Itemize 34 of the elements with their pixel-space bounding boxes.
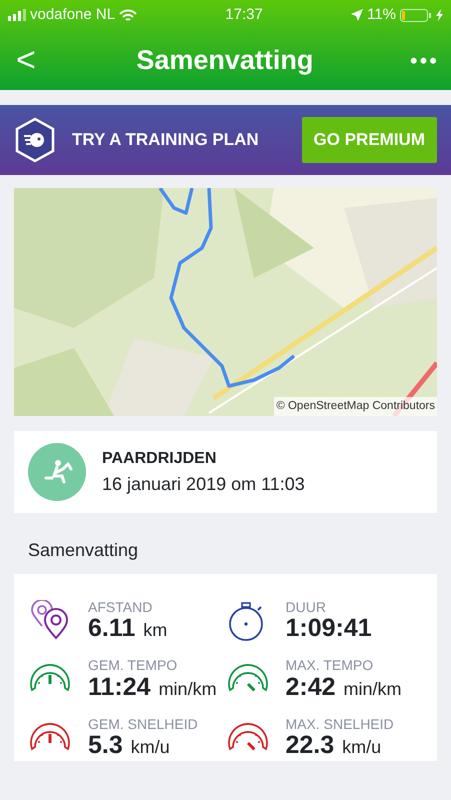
- clock-time: 17:37: [225, 4, 263, 25]
- stat-value: 11:24: [88, 674, 151, 702]
- stat-unit: km/u: [130, 736, 170, 760]
- stat-unit: min/km: [158, 678, 217, 701]
- map-attribution: © OpenStreetMap Contributors: [274, 396, 437, 416]
- stat-value: 6.11: [88, 615, 136, 643]
- battery-percent: 11%: [367, 4, 396, 25]
- premium-button[interactable]: GO PREMIUM: [302, 117, 437, 163]
- back-button[interactable]: <: [12, 43, 40, 77]
- stat-label: GEM. SNELHEID: [88, 716, 198, 732]
- activity-type: PAARDRIJDEN: [102, 448, 218, 468]
- activity-date: 16 januari 2019 om 11:03: [102, 472, 305, 496]
- stat-value: 1:09:41: [286, 615, 372, 643]
- screen-title: Samenvatting: [136, 44, 314, 77]
- more-button[interactable]: •••: [410, 44, 439, 76]
- stat-label: AFSTAND: [88, 600, 154, 616]
- charging-icon: [436, 9, 443, 21]
- stat-label: GEM. TEMPO: [88, 658, 178, 674]
- location-arrow-icon: [351, 9, 364, 21]
- stat-label: MAX. TEMPO: [286, 658, 374, 674]
- stat-unit: km/u: [342, 736, 382, 760]
- carrier-name: vodafone NL: [30, 4, 116, 25]
- stat-label: MAX. SNELHEID: [286, 716, 394, 732]
- section-heading: Samenvatting: [27, 539, 140, 562]
- signal-icon: [8, 9, 26, 21]
- battery-icon: [400, 8, 432, 22]
- promo-text: TRY A TRAINING PLAN: [72, 129, 259, 152]
- stat-value: 2:42: [286, 674, 336, 702]
- stat-value: 22.3: [286, 732, 334, 760]
- stat-unit: min/km: [344, 678, 402, 701]
- stat-label: DUUR: [286, 600, 327, 616]
- stat-value: 5.3: [88, 732, 123, 760]
- wifi-icon: [119, 8, 138, 22]
- stat-unit: km: [143, 619, 168, 642]
